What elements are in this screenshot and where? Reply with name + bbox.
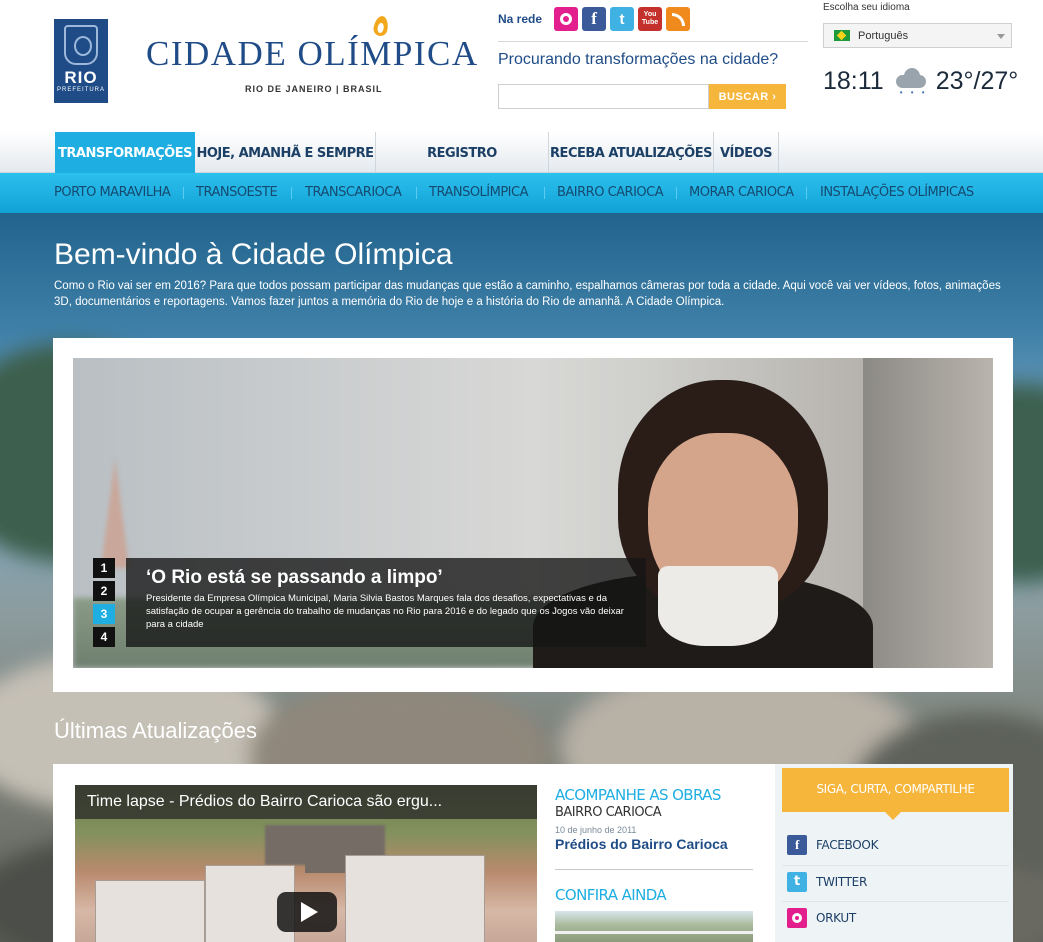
nav-item-videos[interactable]: VÍDEOS — [714, 132, 779, 173]
rss-icon[interactable] — [666, 7, 691, 31]
share-twitter-link[interactable]: t TWITTER — [782, 865, 1009, 897]
chevron-down-icon — [997, 34, 1005, 39]
share-heading: SIGA, CURTA, COMPARTILHE — [782, 768, 1009, 820]
current-time: 18:11 — [823, 66, 884, 95]
weather-widget: 18:11 • • • 23°/27° — [823, 66, 1019, 97]
accompany-works-block: ACOMPANHE AS OBRAS BAIRRO CARIOCA 10 de … — [555, 785, 755, 853]
share-orkut-label: ORKUT — [816, 910, 856, 925]
subnav-item-transcarioca[interactable]: TRANSCARIOCA — [305, 173, 402, 213]
share-facebook-label: FACEBOOK — [816, 838, 879, 852]
site-title: CIDADE OLÍMPICA — [146, 34, 479, 73]
youtube-icon[interactable]: You Tube — [638, 7, 663, 31]
subnav-item-transolimpica[interactable]: TRANSOLÍMPICA — [429, 173, 529, 213]
rio-crest-icon — [64, 25, 98, 65]
search-button[interactable]: BUSCAR › — [709, 84, 786, 109]
nav-item-transformacoes[interactable]: TRANSFORMAÇÕES — [55, 132, 195, 173]
subnav-divider — [676, 187, 677, 199]
video-player[interactable]: Time lapse - Prédios do Bairro Carioca s… — [75, 785, 537, 942]
site-header: RIO PREFEITURA CIDADE OLÍMPICA RIO DE JA… — [0, 0, 1043, 132]
subnav-divider — [544, 187, 545, 199]
temperature-range: 23°/27° — [935, 66, 1019, 95]
nav-item-registro-fotografico[interactable]: REGISTRO FOTOGRÁFICO — [376, 132, 549, 205]
social-label: Na rede — [498, 12, 543, 26]
play-icon — [300, 902, 318, 922]
slide-indicator-1[interactable]: 1 — [93, 558, 115, 578]
share-twitter-label: TWITTER — [816, 874, 868, 889]
twitter-icon: t — [787, 871, 807, 892]
youtube-glyph-top: You — [643, 11, 657, 18]
nav-item-hoje-amanha-sempre[interactable]: HOJE, AMANHÃ E SEMPRE — [195, 132, 376, 173]
secondary-nav: PORTO MARAVILHA TRANSOESTE TRANSCARIOCA … — [0, 173, 1043, 213]
facebook-icon[interactable]: f — [582, 7, 607, 31]
orkut-icon[interactable] — [554, 7, 579, 31]
search-input[interactable] — [498, 84, 709, 109]
prefeitura-logo-text: PREFEITURA — [56, 87, 105, 93]
rio-logo-text: RIO — [64, 68, 98, 87]
rio-prefeitura-logo[interactable]: RIO PREFEITURA — [54, 19, 108, 103]
nav-item-receba-atualizacoes[interactable]: RECEBA ATUALIZAÇÕES — [549, 132, 714, 173]
accompany-article-link[interactable]: Prédios do Bairro Carioca — [555, 835, 755, 853]
slide-indicator-4[interactable]: 4 — [93, 627, 115, 647]
subnav-item-bairro-carioca[interactable]: BAIRRO CARIOCA — [557, 173, 664, 213]
subnav-item-porto-maravilha[interactable]: PORTO MARAVILHA — [54, 173, 171, 213]
see-also-thumbnail[interactable] — [555, 911, 753, 942]
see-also-heading[interactable]: CONFIRA AINDA — [555, 886, 667, 904]
orkut-icon — [787, 907, 807, 928]
search-heading: Procurando transformações na cidade? — [498, 51, 779, 68]
welcome-title: Bem-vindo à Cidade Olímpica — [54, 238, 453, 271]
twitter-icon[interactable]: t — [610, 7, 635, 31]
share-orkut-link[interactable]: ORKUT — [782, 901, 1009, 933]
play-button[interactable] — [277, 892, 337, 932]
subnav-divider — [183, 187, 184, 199]
feature-title: ‘O Rio está se passando a limpo’ — [146, 567, 443, 588]
youtube-glyph-bottom: Tube — [641, 19, 659, 26]
welcome-text: Como o Rio vai ser em 2016? Para que tod… — [54, 280, 1001, 308]
language-selected-value: Português — [858, 29, 909, 42]
updates-heading: Últimas Atualizações — [54, 718, 257, 743]
share-facebook-link[interactable]: f FACEBOOK — [782, 829, 1009, 861]
language-label: Escolha seu idioma — [823, 2, 910, 13]
subnav-divider — [806, 187, 807, 199]
subnav-item-instalacoes-olimpicas[interactable]: INSTALAÇÕES OLÍMPICAS — [820, 173, 974, 213]
subnav-item-transoeste[interactable]: TRANSOESTE — [196, 173, 278, 213]
language-select[interactable]: Português — [823, 23, 1012, 48]
column-divider — [555, 869, 753, 870]
subnav-divider — [416, 187, 417, 199]
facebook-icon: f — [787, 835, 807, 855]
brand-block[interactable]: CIDADE OLÍMPICA RIO DE JANEIRO | BRASIL — [146, 14, 479, 94]
slide-indicator-2[interactable]: 2 — [93, 581, 115, 601]
accompany-subheading: BAIRRO CARIOCA — [555, 805, 662, 820]
site-subtitle: RIO DE JANEIRO | BRASIL — [245, 84, 383, 94]
subnav-item-morar-carioca[interactable]: MORAR CARIOCA — [689, 173, 794, 213]
accompany-heading[interactable]: ACOMPANHE AS OBRAS — [555, 785, 755, 805]
feature-description: Presidente da Empresa Olímpica Municipal… — [146, 593, 624, 630]
rain-cloud-icon: • • • — [894, 66, 930, 97]
brazil-flag-icon — [834, 30, 850, 41]
accompany-date: 10 de junho de 2011 — [555, 825, 637, 835]
subnav-divider — [291, 187, 292, 199]
video-title: Time lapse - Prédios do Bairro Carioca s… — [75, 785, 537, 819]
primary-nav: TRANSFORMAÇÕES HOJE, AMANHÃ E SEMPRE REG… — [0, 132, 1043, 205]
social-links: Na rede f t You Tube — [498, 6, 694, 32]
slide-indicator-3[interactable]: 3 — [93, 604, 115, 624]
search-divider — [498, 41, 808, 42]
feature-caption[interactable]: ‘O Rio está se passando a limpo’ Preside… — [126, 558, 646, 647]
